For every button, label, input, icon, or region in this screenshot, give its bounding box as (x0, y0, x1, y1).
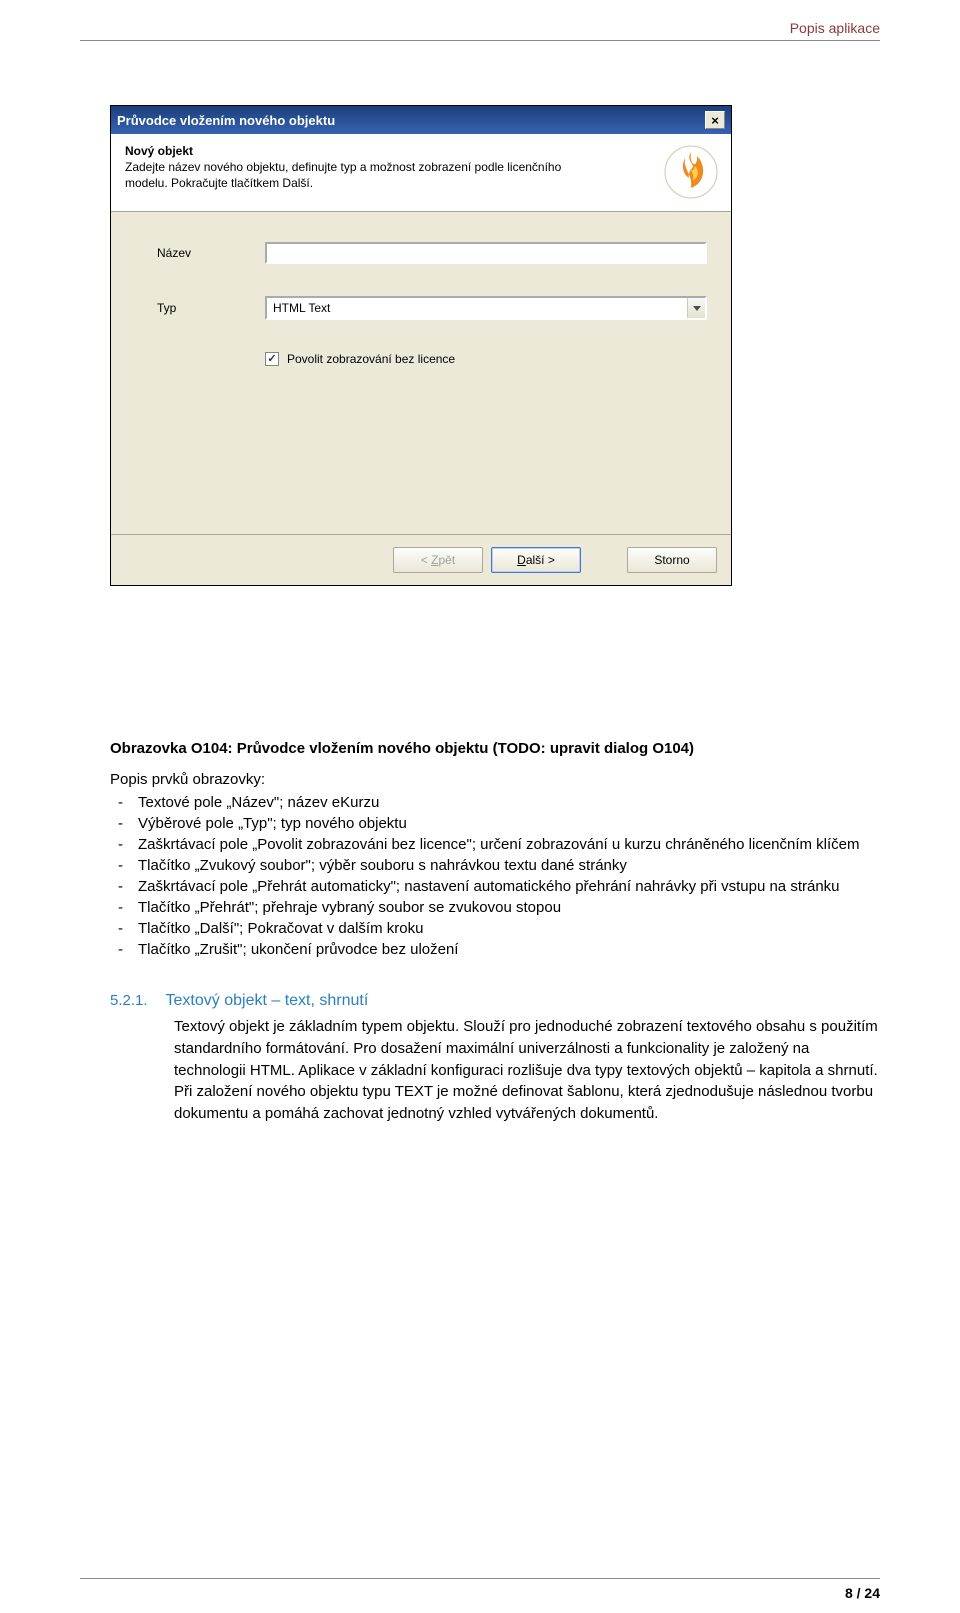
name-label: Název (157, 246, 265, 260)
type-select[interactable]: HTML Text (265, 296, 707, 320)
titlebar-text: Průvodce vložením nového objektu (117, 113, 705, 128)
section-title: Textový objekt – text, shrnutí (166, 992, 369, 1010)
close-icon[interactable]: × (705, 111, 725, 129)
list-item: -Tlačítko „Další"; Pokračovat v dalším k… (110, 918, 880, 939)
section-body: Textový objekt je základním typem objekt… (174, 1016, 880, 1125)
footer-rule: 8 / 24 (80, 1578, 880, 1579)
list-item: -Zaškrtávací pole „Povolit zobrazováni b… (110, 834, 880, 855)
next-button[interactable]: Další > (491, 547, 581, 573)
list-intro: Popis prvků obrazovky: (110, 771, 880, 788)
checkbox-label: Povolit zobrazování bez licence (287, 352, 455, 366)
flame-icon (663, 144, 719, 200)
wizard-body: Název Typ HTML Text ✓ Povolit zobrazován… (111, 212, 731, 534)
type-value: HTML Text (267, 301, 687, 315)
list-item: -Zaškrtávací pole „Přehrát automaticky";… (110, 876, 880, 897)
cancel-button[interactable]: Storno (627, 547, 717, 573)
section-number: 5.2.1. (110, 992, 148, 1009)
back-button[interactable]: < Zpět (393, 547, 483, 573)
name-input[interactable] (265, 242, 707, 264)
figure-caption: Obrazovka O104: Průvodce vložením nového… (110, 740, 880, 757)
allow-without-license-checkbox[interactable]: ✓ (265, 352, 279, 366)
wizard-header: Nový objekt Zadejte název nového objektu… (111, 134, 731, 212)
field-description-list: -Textové pole „Název"; název eKurzu-Výbě… (110, 792, 880, 960)
header-rule (80, 40, 880, 41)
list-item: -Textové pole „Název"; název eKurzu (110, 792, 880, 813)
list-item: -Tlačítko „Zrušit"; ukončení průvodce be… (110, 939, 880, 960)
type-label: Typ (157, 301, 265, 315)
wizard-header-title: Nový objekt (125, 144, 717, 158)
chevron-down-icon[interactable] (687, 298, 705, 318)
header-breadcrumb: Popis aplikace (790, 20, 880, 36)
page-number: 8 / 24 (845, 1585, 880, 1601)
list-item: -Tlačítko „Přehrát"; přehraje vybraný so… (110, 897, 880, 918)
titlebar[interactable]: Průvodce vložením nového objektu × (111, 106, 731, 134)
wizard-header-desc: Zadejte název nového objektu, definujte … (125, 160, 565, 191)
button-row: < Zpět Další > Storno (111, 534, 731, 585)
list-item: -Výběrové pole „Typ"; typ nového objektu (110, 813, 880, 834)
list-item: -Tlačítko „Zvukový soubor"; výběr soubor… (110, 855, 880, 876)
wizard-dialog: Průvodce vložením nového objektu × Nový … (110, 105, 732, 586)
